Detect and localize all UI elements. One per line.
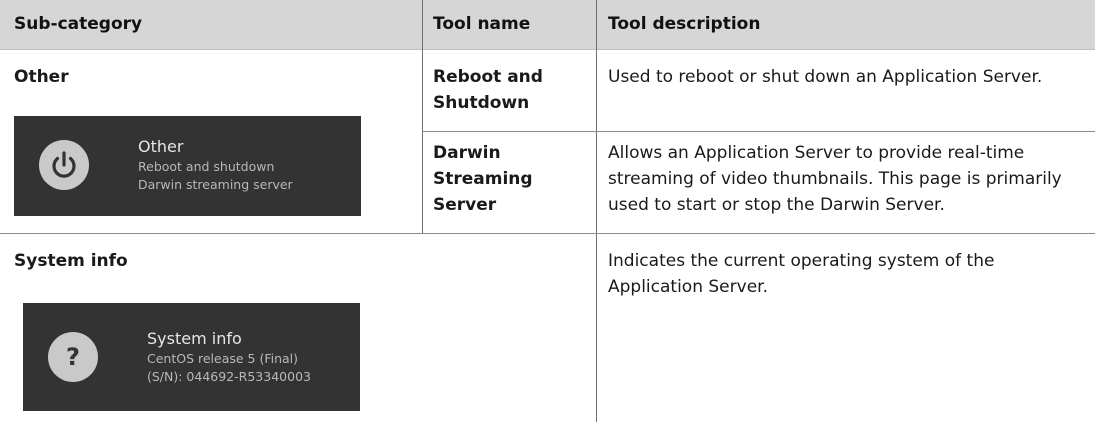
tool-description-system-info-line1: Indicates the current operating system o… xyxy=(608,251,995,271)
system-info-panel: ? System info CentOS release 5 (Final) (… xyxy=(23,303,360,411)
system-info-panel-line1: CentOS release 5 (Final) xyxy=(147,351,299,366)
power-icon xyxy=(39,140,89,190)
tool-name-darwin-line3: Server xyxy=(433,195,497,215)
other-panel-line2: Darwin streaming server xyxy=(138,177,293,192)
row-divider-tools xyxy=(422,131,1095,132)
row-divider-categories xyxy=(0,233,1095,234)
header-subcategory: Sub-category xyxy=(14,14,143,34)
tool-name-darwin-line2: Streaming xyxy=(433,169,533,189)
tool-description-darwin-line1: Allows an Application Server to provide … xyxy=(608,143,1025,163)
tool-name-darwin: Darwin Streaming Server xyxy=(433,140,533,218)
system-info-panel-line2: (S/N): 044692-R53340003 xyxy=(147,369,311,384)
tool-description-darwin: Allows an Application Server to provide … xyxy=(608,140,1062,218)
other-panel-title: Other xyxy=(138,137,184,156)
table-header-row: Sub-category Tool name Tool description xyxy=(0,0,1095,50)
tool-description-darwin-line3: used to start or stop the Darwin Server. xyxy=(608,195,945,215)
header-tool-description: Tool description xyxy=(608,14,761,34)
subcategory-other: Other xyxy=(14,67,69,87)
tool-name-reboot: Reboot and Shutdown xyxy=(433,64,543,116)
svg-text:?: ? xyxy=(66,343,80,371)
question-icon: ? xyxy=(48,332,98,382)
tool-description-darwin-line2: streaming of video thumbnails. This page… xyxy=(608,169,1062,189)
tool-name-reboot-line2: Shutdown xyxy=(433,93,530,113)
system-info-panel-title: System info xyxy=(147,329,242,348)
column-divider-subcategory xyxy=(422,0,423,233)
other-panel-line1: Reboot and shutdown xyxy=(138,159,275,174)
tool-description-system-info-line2: Application Server. xyxy=(608,277,768,297)
tool-description-reboot: Used to reboot or shut down an Applicati… xyxy=(608,67,1043,87)
tool-name-darwin-line1: Darwin xyxy=(433,143,501,163)
header-tool-name: Tool name xyxy=(433,14,531,34)
tool-name-reboot-line1: Reboot and xyxy=(433,67,543,87)
tools-table: Sub-category Tool name Tool description … xyxy=(0,0,1095,422)
column-divider-tool-name xyxy=(596,0,597,422)
tool-description-system-info: Indicates the current operating system o… xyxy=(608,248,994,300)
subcategory-system-info: System info xyxy=(14,251,128,271)
other-panel: Other Reboot and shutdown Darwin streami… xyxy=(14,116,361,216)
